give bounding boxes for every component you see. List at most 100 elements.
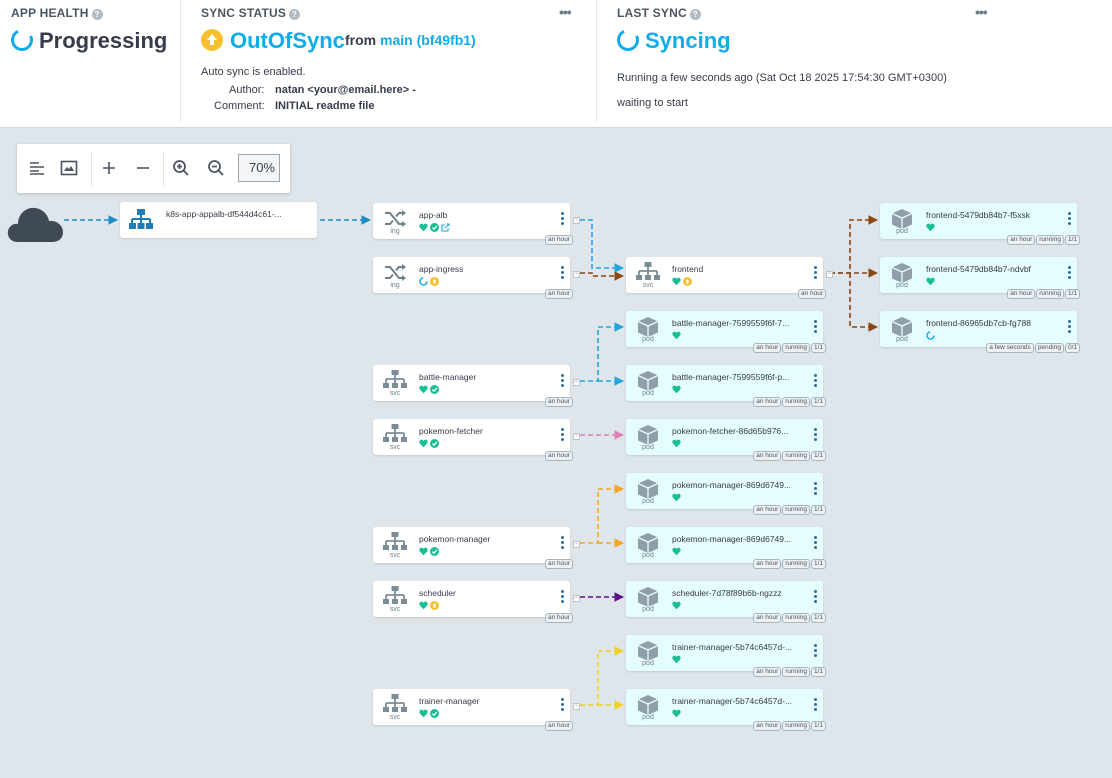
node-tag: an hour xyxy=(1007,235,1036,245)
pod-icon xyxy=(637,371,659,391)
load-balancer-node[interactable]: k8s-app-appalb-df544d4c61-... xyxy=(120,202,317,238)
edge xyxy=(580,646,624,706)
resource-node-pm1[interactable]: pod pokemon-manager-869d6749... an hour run… xyxy=(626,473,826,515)
node-tag: 1/1 xyxy=(810,343,826,353)
resource-node-fe2[interactable]: pod frontend-5479db84b7-ndvbf an hour runni… xyxy=(880,257,1080,299)
resource-node-sc1[interactable]: pod scheduler-7d78f89b6b-ngzzz an hour runn… xyxy=(626,581,826,623)
network-icon xyxy=(129,209,153,229)
node-name: battle-manager-7599559f6f-7... xyxy=(672,318,790,328)
resource-node-app-ingress[interactable]: ing app-ingress an hour − xyxy=(373,257,580,299)
node-menu-button[interactable] xyxy=(1065,320,1073,336)
resource-node-pm2[interactable]: pod pokemon-manager-869d6749... an hour run… xyxy=(626,527,826,569)
node-menu-button[interactable] xyxy=(558,536,566,552)
node-tag: running xyxy=(782,505,810,515)
resource-node-scheduler[interactable]: svc scheduler an hour − xyxy=(373,581,580,623)
resource-node-battle-manager[interactable]: svc battle-manager an hour − xyxy=(373,365,580,407)
node-menu-button[interactable] xyxy=(558,698,566,714)
node-tag: an hour xyxy=(544,289,573,299)
external-link-icon[interactable] xyxy=(441,222,450,232)
resource-node-pf1[interactable]: pod pokemon-fetcher-86d65b976... an hour ru… xyxy=(626,419,826,461)
collapse-toggle[interactable]: − xyxy=(573,703,580,710)
ingress-shuffle-icon xyxy=(385,264,406,281)
node-tag: running xyxy=(1036,289,1064,299)
node-menu-button[interactable] xyxy=(811,374,819,390)
node-status-icons xyxy=(672,384,681,394)
collapse-toggle[interactable]: − xyxy=(573,217,580,224)
node-kind: ing xyxy=(390,282,400,289)
collapse-toggle[interactable]: − xyxy=(573,595,580,602)
node-menu-button[interactable] xyxy=(558,590,566,606)
healthy-heart-icon xyxy=(926,277,935,285)
resource-node-trainer-manager[interactable]: svc trainer-manager an hour − xyxy=(373,689,580,731)
node-kind: pod xyxy=(642,660,654,667)
healthy-heart-icon xyxy=(419,709,428,717)
node-status-icons xyxy=(672,438,681,448)
node-menu-button[interactable] xyxy=(558,374,566,390)
node-menu-button[interactable] xyxy=(1065,212,1073,228)
collapse-toggle[interactable]: − xyxy=(573,433,580,440)
resource-node-bm2[interactable]: pod battle-manager-7599559f6f-p... an hour… xyxy=(626,365,826,407)
node-kind: pod xyxy=(896,282,908,289)
node-tags: an hour xyxy=(544,235,573,245)
node-tag: an hour xyxy=(753,721,782,731)
edge xyxy=(580,271,624,281)
resource-node-fe1[interactable]: pod frontend-5479db84b7-f5xsk an hour runni… xyxy=(880,203,1080,245)
collapse-toggle[interactable]: − xyxy=(573,379,580,386)
healthy-heart-icon xyxy=(419,439,428,447)
node-tag: running xyxy=(782,667,810,677)
node-kind: svc xyxy=(642,282,654,289)
node-menu-button[interactable] xyxy=(1065,266,1073,282)
progressing-icon xyxy=(926,330,935,340)
resource-node-frontend[interactable]: svc frontend an hour − xyxy=(626,257,833,299)
resource-node-app-alb[interactable]: ing app-alb an hour − xyxy=(373,203,580,245)
node-kind: pod xyxy=(896,228,908,235)
node-tag: an hour xyxy=(544,397,573,407)
service-icon xyxy=(383,586,407,604)
node-menu-button[interactable] xyxy=(811,536,819,552)
node-menu-button[interactable] xyxy=(558,212,566,228)
healthy-heart-icon xyxy=(672,493,681,501)
node-status-icons xyxy=(926,276,935,286)
node-kind: pod xyxy=(642,714,654,721)
node-menu-button[interactable] xyxy=(811,320,819,336)
node-menu-button[interactable] xyxy=(811,698,819,714)
collapse-toggle[interactable]: − xyxy=(573,541,580,548)
node-kind: pod xyxy=(642,390,654,397)
node-menu-button[interactable] xyxy=(811,428,819,444)
node-menu-button[interactable] xyxy=(558,266,566,282)
resource-node-bm1[interactable]: pod battle-manager-7599559f6f-7... an hour… xyxy=(626,311,826,353)
node-menu-button[interactable] xyxy=(558,428,566,444)
node-name: battle-manager xyxy=(419,372,477,382)
edge xyxy=(830,215,878,274)
node-menu-button[interactable] xyxy=(811,482,819,498)
resource-node-pokemon-fetcher[interactable]: svc pokemon-fetcher an hour − xyxy=(373,419,580,461)
node-name: scheduler xyxy=(419,588,456,598)
node-name: pokemon-fetcher-86d65b976... xyxy=(672,426,789,436)
healthy-heart-icon xyxy=(672,709,681,717)
node-tag: an hour xyxy=(753,613,782,623)
node-tag: 1/1 xyxy=(810,451,826,461)
node-menu-button[interactable] xyxy=(811,266,819,282)
resource-node-fe3[interactable]: pod frontend-86965db7cb-fg788 a few second… xyxy=(880,311,1080,353)
collapse-toggle[interactable]: − xyxy=(573,271,580,278)
node-status-icons xyxy=(672,276,692,286)
pod-icon xyxy=(891,263,913,283)
node-kind: pod xyxy=(642,498,654,505)
resource-node-tm2[interactable]: pod trainer-manager-5b74c6457d-... an hour… xyxy=(626,689,826,731)
node-status-icons xyxy=(926,330,935,340)
node-menu-button[interactable] xyxy=(811,644,819,660)
resource-node-pokemon-manager[interactable]: svc pokemon-manager an hour − xyxy=(373,527,580,569)
synced-check-icon xyxy=(430,546,439,556)
healthy-heart-icon xyxy=(672,385,681,393)
collapse-toggle[interactable]: − xyxy=(826,271,833,278)
node-tag: running xyxy=(782,343,810,353)
node-name: pokemon-manager-869d6749... xyxy=(672,480,792,490)
pod-icon xyxy=(637,533,659,553)
service-icon xyxy=(383,532,407,550)
node-name: scheduler-7d78f89b6b-ngzzz xyxy=(672,588,782,598)
node-name: battle-manager-7599559f6f-p... xyxy=(672,372,790,382)
node-menu-button[interactable] xyxy=(811,590,819,606)
node-tag: an hour xyxy=(544,721,573,731)
resource-node-tm1[interactable]: pod trainer-manager-5b74c6457d-... an hour… xyxy=(626,635,826,677)
healthy-heart-icon xyxy=(419,601,428,609)
